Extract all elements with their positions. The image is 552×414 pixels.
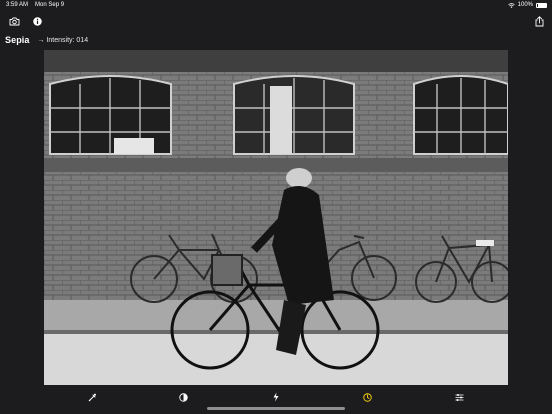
filter-info-row: Sepia → Intensity: 014: [0, 32, 552, 48]
share-icon: [535, 15, 543, 26]
photo-image: [44, 50, 508, 385]
battery-percent: 100%: [517, 2, 533, 8]
bike-basket: [211, 254, 243, 286]
home-indicator[interactable]: [207, 407, 345, 410]
camera-icon: [9, 17, 19, 25]
lightning-button[interactable]: [268, 389, 284, 405]
status-time: 3:59 AM: [6, 2, 29, 8]
share-button[interactable]: [531, 13, 547, 29]
filter-wheel-icon: [362, 392, 372, 402]
bottom-toolbar: [0, 385, 552, 414]
info-button[interactable]: [29, 13, 45, 29]
eyedropper-icon: [88, 393, 96, 401]
status-bar: 3:59 AM Mon Sep 9 100%: [0, 0, 552, 12]
info-icon: [32, 16, 42, 26]
filter-wheel-button[interactable]: [359, 389, 375, 405]
filter-intensity: → Intensity: 014: [37, 36, 89, 44]
contrast-icon: [178, 392, 188, 402]
status-left: 3:59 AM Mon Sep 9: [6, 2, 64, 8]
window-center: [233, 75, 355, 155]
lightning-icon: [273, 392, 279, 402]
status-right: 100%: [507, 2, 547, 8]
window-left: [49, 75, 172, 155]
top-toolbar: [0, 12, 552, 30]
filter-name: Sepia: [5, 35, 30, 45]
sliders-icon: [455, 393, 463, 401]
adjustments-button[interactable]: [451, 389, 467, 405]
battery-icon: [536, 2, 547, 8]
photo-canvas[interactable]: [44, 50, 508, 385]
contrast-button[interactable]: [175, 389, 191, 405]
camera-button[interactable]: [6, 13, 22, 29]
wifi-icon: [507, 2, 515, 8]
window-right: [413, 75, 508, 155]
status-date: Mon Sep 9: [35, 2, 65, 8]
eyedropper-button[interactable]: [84, 389, 100, 405]
